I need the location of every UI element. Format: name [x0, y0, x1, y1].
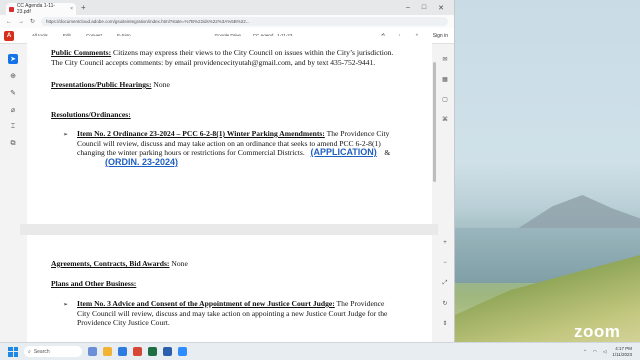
stamp-icon[interactable]: ⧉ [8, 139, 18, 149]
clock[interactable]: 4:17 PM 1/11/2023 [612, 346, 632, 357]
zoom-tool-icon[interactable]: ⊕ [8, 71, 18, 81]
public-comments-paragraph: Public Comments: Citizens may express th… [51, 48, 393, 67]
zoom-in-icon[interactable]: + [440, 238, 450, 248]
document-scrollbar[interactable] [433, 62, 436, 182]
left-tool-rail: ➤ ⊕ ✎ ⌀ ⌶ ⧉ [6, 54, 20, 149]
resolutions-line: Resolutions/Ordinances: [51, 110, 131, 120]
zoom-app-icon[interactable] [178, 347, 187, 356]
plans-line: Plans and Other Business: [51, 279, 136, 289]
maximize-button[interactable]: □ [422, 4, 426, 12]
clock-time: 4:17 PM [615, 346, 632, 351]
bookmark-icon[interactable]: ▢ [440, 94, 450, 104]
public-comments-text-2: The City Council accepts comments: by em… [51, 57, 376, 67]
chevron-up-icon[interactable]: ⌃ [583, 349, 587, 355]
task-view-icon[interactable] [88, 347, 97, 356]
item2-paragraph: Item No. 2 Ordinance 23-2024 – PCC 6-2-8… [77, 129, 417, 167]
tab-strip: CC Agenda 1-11-23.pdf × + – □ ✕ [0, 0, 454, 15]
item2-text-3: changing the winter parking hours or res… [77, 148, 305, 158]
start-windows-icon[interactable] [8, 346, 18, 357]
new-tab-button[interactable]: + [81, 3, 86, 12]
url-input[interactable]: https://documentcloud.adobe.com/gsuitein… [41, 17, 448, 26]
taskbar-search-input[interactable]: ⌕ Search [24, 346, 82, 357]
presentations-heading: Presentations/Public Hearings: [51, 80, 152, 89]
pen-icon[interactable]: ✎ [8, 88, 18, 98]
item3-text-3: Providence City Justice Court. [77, 318, 170, 328]
item3-text-2: City Council will review, discuss and ma… [77, 308, 388, 318]
agreements-line: Agreements, Contracts, Bid Awards: None [51, 259, 188, 269]
application-link[interactable]: (APPLICATION) [310, 147, 376, 157]
close-window-button[interactable]: ✕ [438, 4, 444, 12]
eraser-icon[interactable]: ⌀ [8, 105, 18, 115]
item2-text-1: The Providence City [324, 129, 390, 138]
reload-icon[interactable]: ↻ [30, 18, 35, 25]
tab-pdf[interactable]: CC Agenda 1-11-23.pdf × [6, 3, 76, 15]
item2-bullet-icon: ➢ [63, 132, 69, 138]
fit-page-icon[interactable]: ⤢ [440, 278, 450, 288]
chrome-browser-icon[interactable] [133, 347, 142, 356]
minimize-button[interactable]: – [406, 4, 410, 12]
item3-title: Item No. 3 Advice and Consent of the App… [77, 299, 335, 308]
thumbnails-icon[interactable]: ▦ [440, 74, 450, 84]
agreements-value: None [169, 259, 188, 268]
search-icon: ⌕ [28, 348, 31, 355]
agreements-heading: Agreements, Contracts, Bid Awards: [51, 259, 170, 268]
ordinance-link[interactable]: (ORDIN. 23-2024) [105, 157, 178, 167]
page-nav-icon[interactable]: ⇕ [440, 318, 450, 328]
clock-date: 1/11/2023 [612, 351, 632, 357]
sign-in-button[interactable]: Sign in [433, 33, 448, 39]
window-controls: – □ ✕ [406, 4, 454, 12]
presentations-value: None [151, 80, 170, 89]
back-icon[interactable]: ← [6, 19, 12, 25]
word-icon[interactable] [163, 347, 172, 356]
item2-ampersand: & [384, 148, 391, 158]
tab-close-icon[interactable]: × [70, 6, 73, 12]
rotate-icon[interactable]: ↻ [440, 298, 450, 308]
zoom-watermark-logo: zoom [574, 322, 621, 341]
pdf-icon [9, 6, 14, 12]
pdf-page-2: Agreements, Contracts, Bid Awards: None … [27, 235, 432, 342]
right-tool-rail: ✉ ▦ ▢ ⌘ [438, 54, 452, 124]
address-bar: ← → ↻ https://documentcloud.adobe.com/gs… [0, 15, 454, 28]
item3-paragraph: Item No. 3 Advice and Consent of the App… [77, 299, 417, 328]
public-comments-text-1: Citizens may express their views to the … [111, 48, 394, 57]
text-select-icon[interactable]: ⌶ [8, 122, 18, 132]
resolutions-heading: Resolutions/Ordinances: [51, 110, 131, 119]
right-tool-rail-lower: + − ⤢ ↻ ⇕ [438, 238, 452, 328]
comment-icon[interactable]: ✉ [440, 54, 450, 64]
forward-icon[interactable]: → [18, 19, 24, 25]
item3-bullet-icon: ➢ [63, 302, 69, 308]
attachment-icon[interactable]: ⌘ [440, 114, 450, 124]
search-placeholder: Search [33, 348, 50, 355]
wifi-icon[interactable]: ◠ [593, 349, 597, 355]
item3-text-1: The Providence [334, 299, 385, 308]
excel-icon[interactable] [148, 347, 157, 356]
taskbar: ⌕ Search ⌃ ◠ ◁ 4:17 PM 1/11/2023 [0, 342, 640, 360]
browser-window: CC Agenda 1-11-23.pdf × + – □ ✕ ← → ↻ ht… [0, 0, 455, 342]
plans-heading: Plans and Other Business: [51, 279, 137, 288]
select-cursor-icon[interactable]: ➤ [8, 54, 18, 64]
tab-title: CC Agenda 1-11-23.pdf [16, 3, 56, 15]
file-explorer-icon[interactable] [103, 347, 112, 356]
zoom-out-icon[interactable]: − [440, 258, 450, 268]
public-comments-heading: Public Comments: [51, 48, 112, 57]
edge-browser-icon[interactable] [118, 347, 127, 356]
pdf-page-1: Public Comments: Citizens may express th… [27, 36, 432, 224]
item2-title: Item No. 2 Ordinance 23-2024 – PCC 6-2-8… [77, 129, 325, 138]
system-tray: ⌃ ◠ ◁ 4:17 PM 1/11/2023 [583, 346, 640, 357]
presentations-line: Presentations/Public Hearings: None [51, 80, 170, 90]
acrobat-logo-icon[interactable]: A [4, 30, 14, 41]
volume-icon[interactable]: ◁ [603, 349, 606, 355]
page-gap [20, 224, 438, 235]
